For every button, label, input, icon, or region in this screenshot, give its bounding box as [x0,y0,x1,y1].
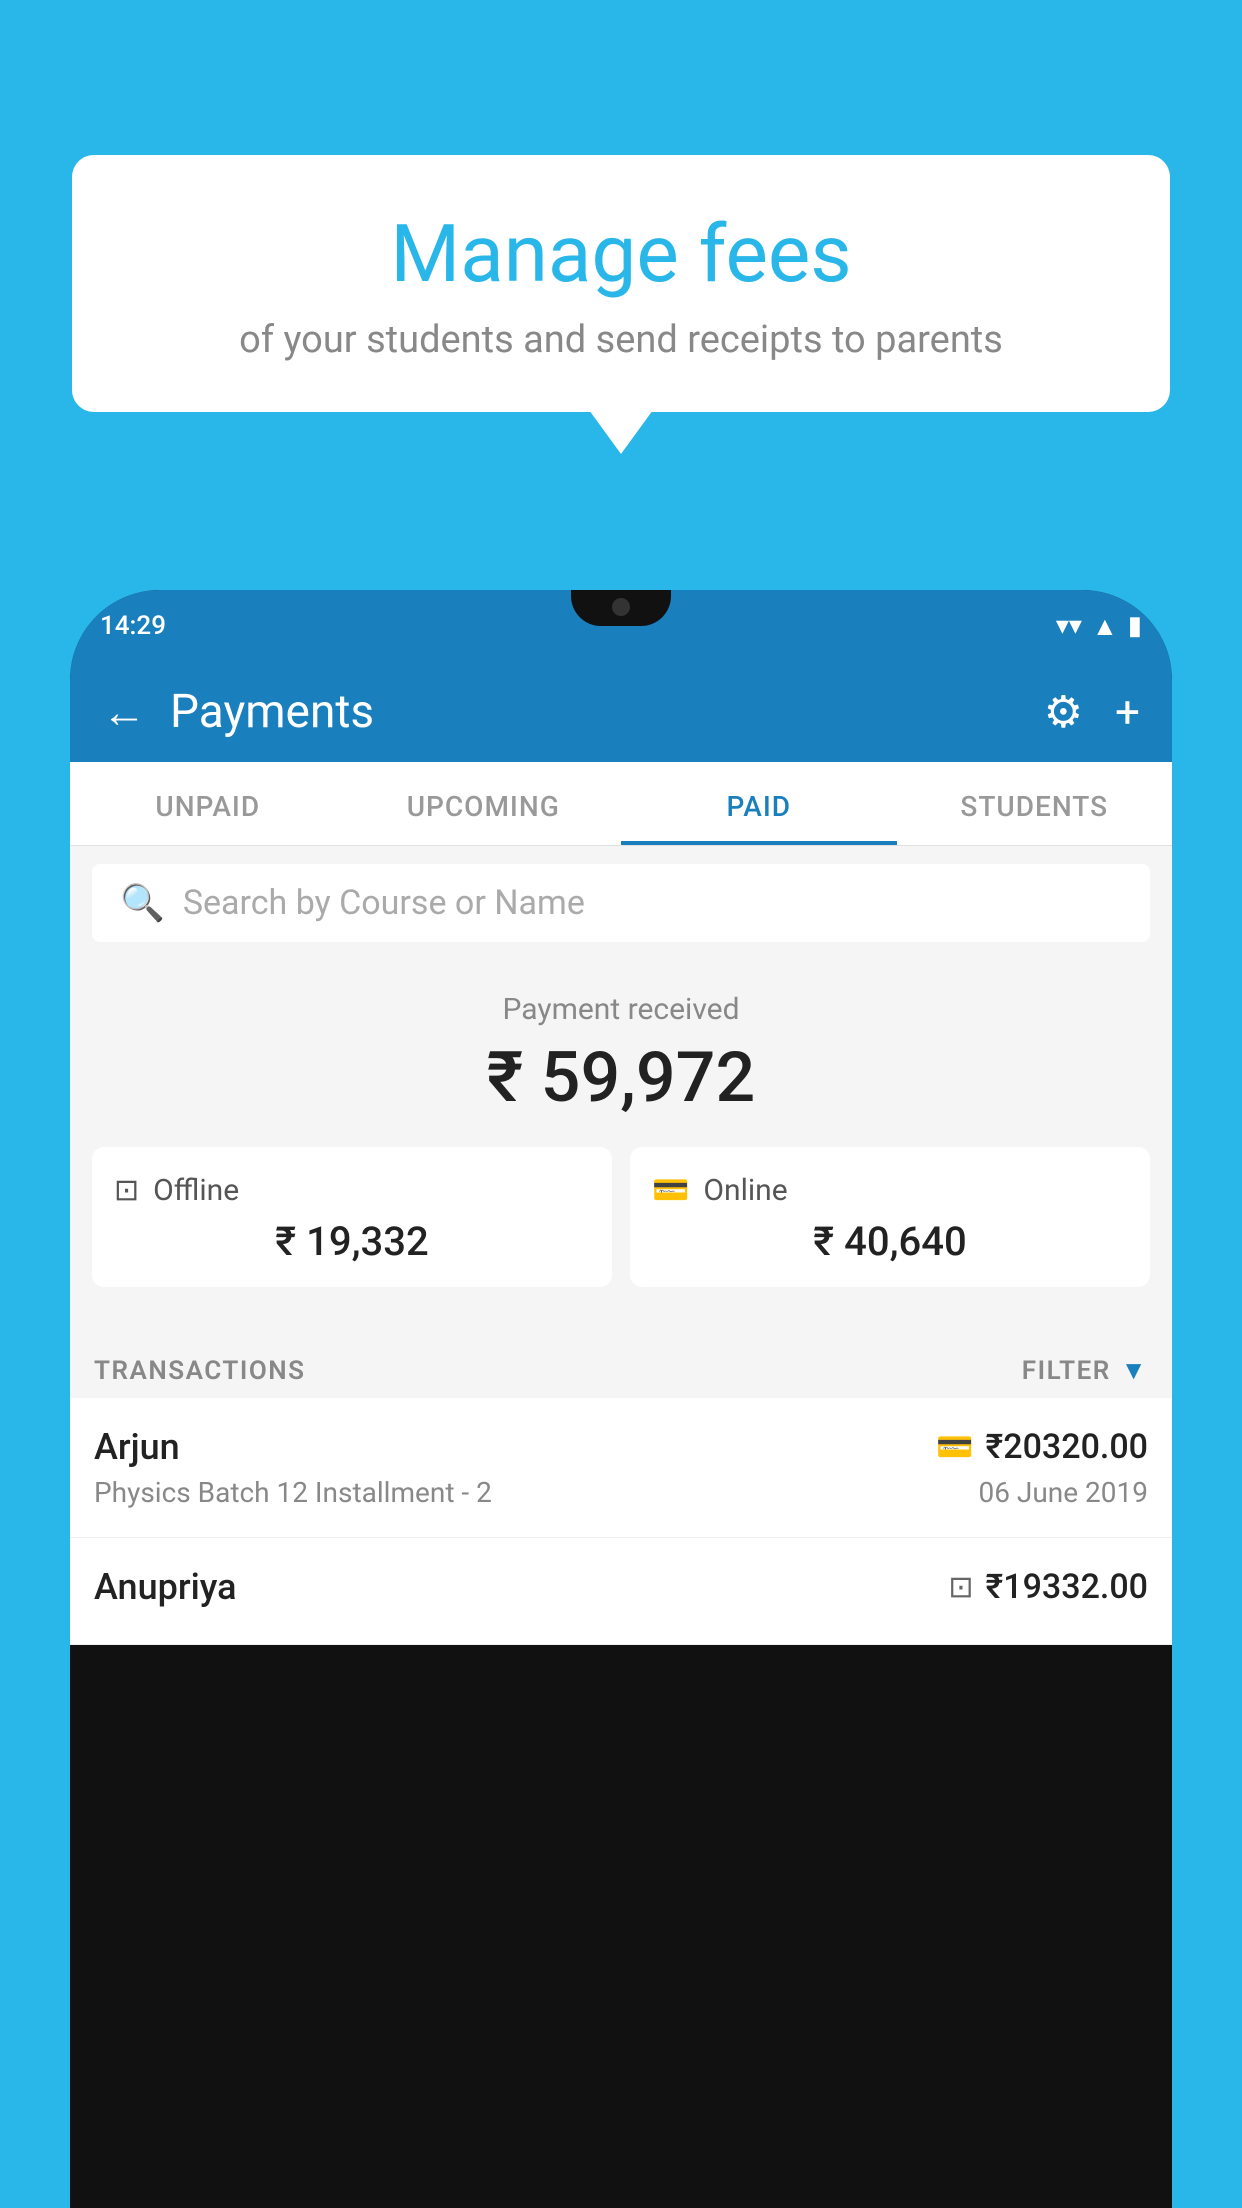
back-button[interactable]: ← [102,686,146,738]
signal-icon: ▲ [1092,611,1118,642]
tab-paid[interactable]: PAID [621,762,897,845]
page-title: Payments [170,685,374,739]
transaction-row[interactable]: Anupriya ⊡ ₹19332.00 [70,1538,1172,1645]
filter-icon: ▼ [1121,1355,1148,1386]
status-icons: ▾▾ ▲ ▮ [1056,611,1142,642]
search-icon: 🔍 [120,882,165,924]
offline-icon: ⊡ [114,1173,139,1208]
transaction-name: Arjun [94,1426,180,1468]
transaction-type-icon: ⊡ [948,1570,973,1605]
tab-unpaid[interactable]: UNPAID [70,762,346,845]
search-input[interactable]: Search by Course or Name [183,883,585,923]
transactions-label: TRANSACTIONS [94,1356,306,1386]
transaction-name: Anupriya [94,1566,237,1608]
offline-label: Offline [153,1173,239,1208]
offline-amount: ₹ 19,332 [114,1218,590,1265]
transaction-amount-row: ⊡ ₹19332.00 [948,1567,1148,1607]
status-bar: 14:29 ▾▾ ▲ ▮ [70,590,1172,662]
transaction-amount: ₹19332.00 [986,1567,1148,1607]
tab-students[interactable]: STUDENTS [897,762,1173,845]
payment-received-label: Payment received [70,992,1172,1027]
speech-bubble: Manage fees of your students and send re… [72,155,1170,412]
tab-upcoming[interactable]: UPCOMING [346,762,622,845]
search-bar-container: 🔍 Search by Course or Name [70,846,1172,960]
online-label: Online [703,1173,787,1208]
speech-bubble-subtitle: of your students and send receipts to pa… [122,318,1120,362]
online-amount: ₹ 40,640 [652,1218,1128,1265]
payment-received-section: Payment received ₹ 59,972 ⊡ Offline ₹ 19… [70,960,1172,1337]
online-payment-card: 💳 Online ₹ 40,640 [630,1147,1150,1287]
payment-received-amount: ₹ 59,972 [70,1037,1172,1119]
phone-frame: 14:29 ▾▾ ▲ ▮ ← Payments ⚙ + UNPAID UPCOM… [70,590,1172,2208]
status-time: 14:29 [100,611,166,641]
tab-bar: UNPAID UPCOMING PAID STUDENTS [70,762,1172,846]
app-header: ← Payments ⚙ + [70,662,1172,762]
transaction-amount-row: 💳 ₹20320.00 [936,1427,1148,1467]
add-button[interactable]: + [1115,686,1140,738]
transaction-date: 06 June 2019 [978,1476,1148,1509]
transaction-row[interactable]: Arjun 💳 ₹20320.00 Physics Batch 12 Insta… [70,1398,1172,1538]
notch [571,590,671,626]
filter-button[interactable]: FILTER ▼ [1022,1355,1148,1386]
header-left: ← Payments [102,685,374,739]
battery-icon: ▮ [1128,611,1142,641]
offline-payment-card: ⊡ Offline ₹ 19,332 [92,1147,612,1287]
transactions-header: TRANSACTIONS FILTER ▼ [70,1337,1172,1398]
camera-dot [612,598,630,616]
settings-icon[interactable]: ⚙ [1044,686,1083,738]
payment-cards-row: ⊡ Offline ₹ 19,332 💳 Online ₹ 40,640 [70,1147,1172,1309]
transaction-type-icon: 💳 [936,1430,973,1465]
header-right: ⚙ + [1044,686,1140,738]
speech-bubble-title: Manage fees [122,210,1120,298]
transaction-course: Physics Batch 12 Installment - 2 [94,1476,492,1509]
online-icon: 💳 [652,1173,689,1208]
wifi-icon: ▾▾ [1056,611,1082,641]
transaction-amount: ₹20320.00 [986,1427,1148,1467]
search-bar[interactable]: 🔍 Search by Course or Name [92,864,1150,942]
